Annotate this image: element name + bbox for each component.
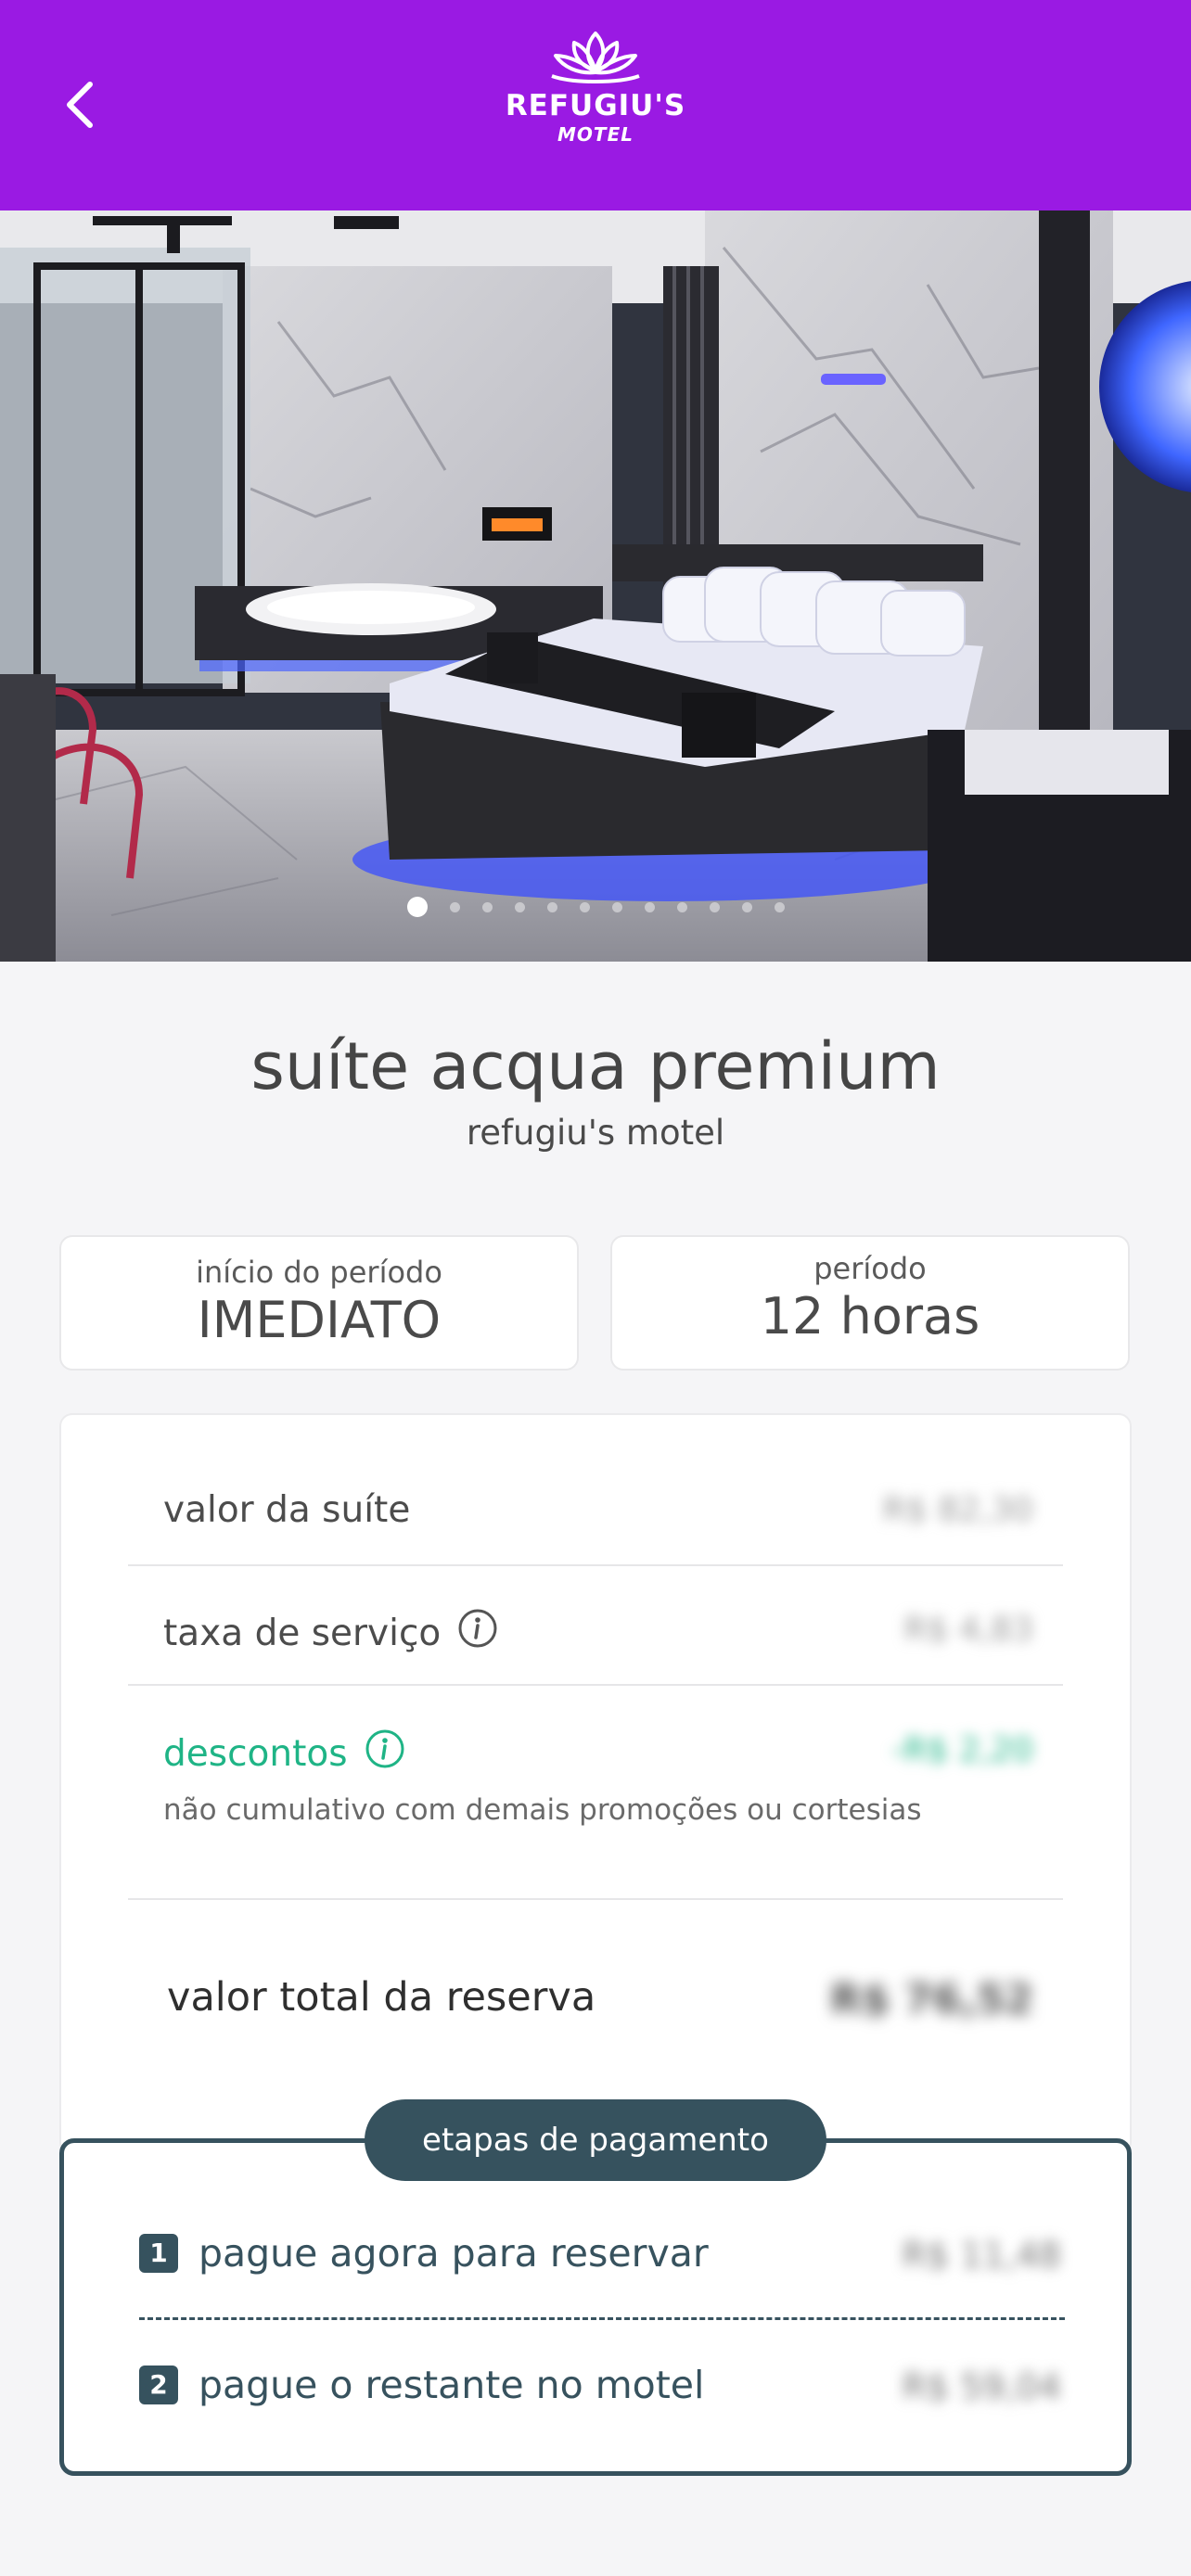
discount-label: descontos <box>163 1728 405 1780</box>
suite-room-image <box>0 210 1191 962</box>
brand-name: REFUGIU'S <box>505 89 686 122</box>
gallery-dot[interactable] <box>481 901 493 912</box>
info-icon[interactable] <box>365 1728 405 1780</box>
motel-name: refugiu's motel <box>466 1113 725 1153</box>
gallery-dot[interactable] <box>741 901 752 912</box>
gallery-dot[interactable] <box>644 901 655 912</box>
gallery-dot[interactable] <box>449 901 460 912</box>
service-fee-text: taxa de serviço <box>163 1613 442 1654</box>
period-start-label: início do período <box>196 1255 442 1290</box>
period-length-card[interactable]: período 12 horas <box>610 1235 1130 1371</box>
payment-steps-box <box>59 2138 1132 2476</box>
period-start-value: IMEDIATO <box>197 1291 442 1349</box>
divider <box>128 1684 1063 1686</box>
dashed-divider <box>139 2317 1065 2320</box>
service-fee-value: R$ 4,83 <box>903 1611 1033 1649</box>
suite-title: suíte acqua premium <box>250 1028 941 1104</box>
period-length-value: 12 horas <box>760 1287 980 1345</box>
gallery-dot[interactable] <box>579 901 590 912</box>
step-number: 2 <box>139 2366 178 2404</box>
suite-photo[interactable] <box>0 210 1191 962</box>
divider <box>128 1564 1063 1566</box>
gallery-dot[interactable] <box>611 901 622 912</box>
gallery-dot[interactable] <box>546 901 557 912</box>
step-label: pague o restante no motel <box>198 2363 705 2407</box>
step-number: 1 <box>139 2234 178 2273</box>
chevron-left-icon <box>67 82 93 128</box>
brand-logo: REFUGIU'S MOTEL <box>475 28 716 147</box>
gallery-dot[interactable] <box>676 901 687 912</box>
info-icon[interactable] <box>457 1608 498 1660</box>
period-start-card[interactable]: início do período IMEDIATO <box>59 1235 579 1371</box>
period-length-label: período <box>813 1251 927 1286</box>
divider <box>128 1898 1063 1900</box>
step-label: pague agora para reservar <box>198 2231 709 2276</box>
back-button[interactable] <box>46 72 111 137</box>
discount-text: descontos <box>163 1733 348 1775</box>
payment-step-2: 2 pague o restante no motel <box>139 2361 704 2409</box>
discount-value: -R$ 2,20 <box>891 1731 1033 1769</box>
suite-price-value: R$ 82,30 <box>882 1491 1033 1529</box>
suite-price-text: valor da suíte <box>163 1489 411 1531</box>
gallery-dot[interactable] <box>709 901 720 912</box>
lotus-icon <box>551 32 640 83</box>
gallery-pagination <box>0 897 1191 917</box>
gallery-dot[interactable] <box>406 897 428 917</box>
step-value: R$ 11,48 <box>902 2235 1061 2276</box>
gallery-dot[interactable] <box>774 901 785 912</box>
discount-note: não cumulativo com demais promoções ou c… <box>163 1793 922 1827</box>
suite-price-label: valor da suíte <box>163 1488 410 1533</box>
step-value: R$ 59,04 <box>902 2366 1061 2407</box>
payment-steps-title: etapas de pagamento <box>365 2099 826 2181</box>
app-header: REFUGIU'S MOTEL <box>0 0 1191 210</box>
service-fee-label: taxa de serviço <box>163 1608 498 1660</box>
brand-subtitle: MOTEL <box>557 123 634 146</box>
total-value: R$ 76,52 <box>830 1976 1033 2023</box>
total-label: valor total da reserva <box>167 1974 596 2021</box>
gallery-dot[interactable] <box>514 901 525 912</box>
payment-step-1: 1 pague agora para reservar <box>139 2229 709 2277</box>
